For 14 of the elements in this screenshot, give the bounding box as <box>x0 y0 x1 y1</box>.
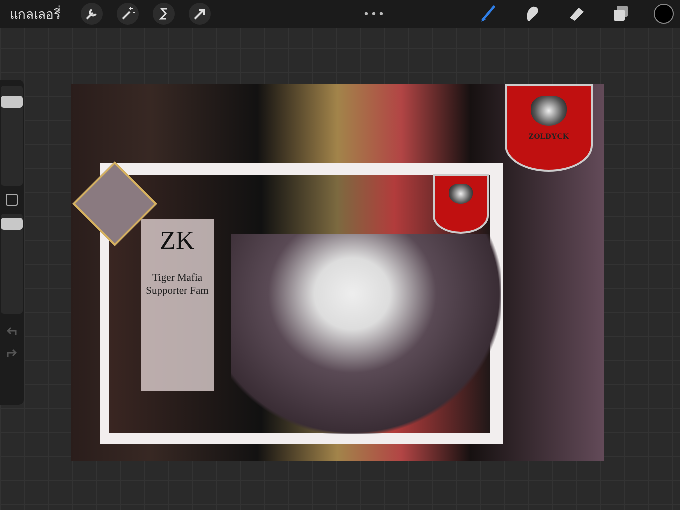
emblem-label: ZOLDYCK <box>528 132 570 141</box>
card-title: ZK <box>159 226 196 256</box>
slider-thumb[interactable] <box>1 96 23 108</box>
gallery-link[interactable]: แกลเลอรี่ <box>10 4 61 24</box>
slider-thumb[interactable] <box>1 218 23 230</box>
modify-button[interactable] <box>6 194 18 206</box>
card-subtitle: Tiger Mafia Supporter Fam <box>145 272 210 298</box>
brush-size-slider[interactable] <box>1 86 23 186</box>
more-menu[interactable]: ••• <box>363 8 386 20</box>
color-swatch[interactable] <box>654 4 674 24</box>
magic-wand-icon[interactable] <box>117 3 139 25</box>
wrench-icon[interactable] <box>81 3 103 25</box>
s-curve-icon[interactable] <box>153 3 175 25</box>
opacity-slider[interactable] <box>1 214 23 314</box>
